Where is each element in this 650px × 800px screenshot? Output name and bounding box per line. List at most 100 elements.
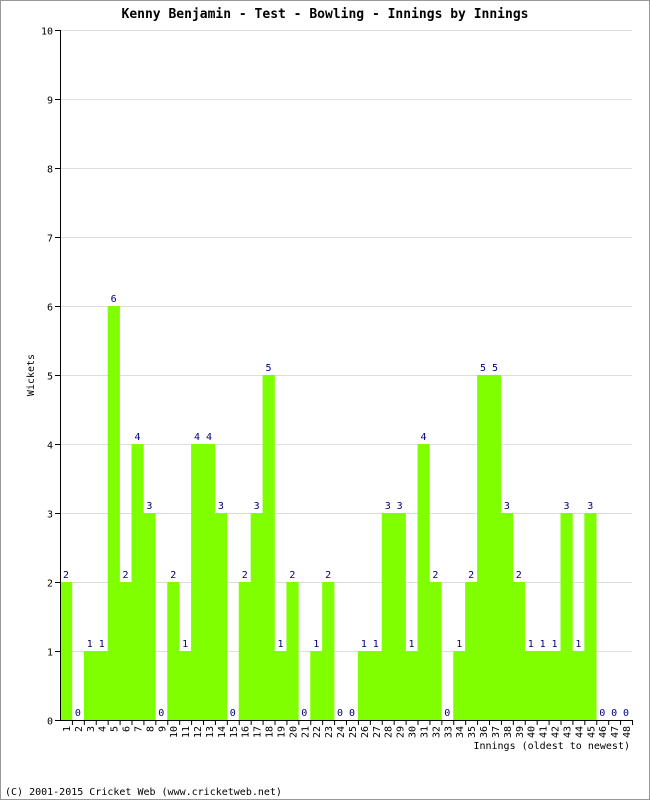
x-tick-label: 31 <box>419 726 430 738</box>
data-label: 4 <box>206 432 212 443</box>
x-tick-label: 10 <box>169 726 180 738</box>
x-tick-label: 42 <box>551 726 562 738</box>
x-tick-label: 4 <box>98 726 109 732</box>
data-label: 0 <box>611 708 617 719</box>
bar <box>548 651 561 720</box>
bar <box>512 582 526 720</box>
data-label: 3 <box>587 501 593 512</box>
y-tick-label: 1 <box>47 648 53 659</box>
data-label: 4 <box>420 432 426 443</box>
x-tick-label: 33 <box>443 726 454 738</box>
data-label: 6 <box>111 294 117 305</box>
x-tick-label: 20 <box>288 726 299 738</box>
x-tick-label: 40 <box>527 726 538 738</box>
data-label: 2 <box>63 570 69 581</box>
y-tick-label: 6 <box>47 303 53 314</box>
x-tick-label: 29 <box>396 726 407 738</box>
bar <box>107 306 120 720</box>
x-tick-label: 1 <box>62 726 73 732</box>
x-tick-label: 47 <box>610 726 621 738</box>
data-label: 5 <box>492 363 498 374</box>
data-label: 0 <box>301 708 307 719</box>
x-tick-label: 46 <box>598 726 609 738</box>
x-tick-label: 11 <box>181 726 192 738</box>
bar <box>310 651 323 720</box>
x-tick-label: 17 <box>253 726 264 738</box>
data-label: 3 <box>385 501 391 512</box>
bar <box>274 651 287 720</box>
x-axis-label: Innings (oldest to newest) <box>473 741 630 752</box>
y-tick-label: 0 <box>47 717 53 728</box>
data-label: 2 <box>468 570 474 581</box>
bar <box>524 651 537 720</box>
data-label: 3 <box>146 501 152 512</box>
data-label: 1 <box>409 639 415 650</box>
x-tick-label: 18 <box>265 726 276 738</box>
data-label: 1 <box>99 639 105 650</box>
data-label: 3 <box>254 501 260 512</box>
bar <box>500 513 514 720</box>
x-tick-label: 21 <box>300 726 311 738</box>
bar <box>191 444 204 720</box>
x-tick-label: 26 <box>360 726 371 738</box>
x-tick-label: 39 <box>515 726 526 738</box>
bar <box>238 582 251 720</box>
data-label: 5 <box>266 363 272 374</box>
bar <box>214 513 228 720</box>
x-tick-label: 15 <box>229 726 240 738</box>
x-tick-label: 27 <box>372 726 383 738</box>
data-label: 2 <box>170 570 176 581</box>
data-label: 1 <box>277 639 283 650</box>
data-label: 1 <box>575 639 581 650</box>
x-tick-label: 6 <box>122 726 133 732</box>
data-label: 3 <box>218 501 224 512</box>
x-tick-label: 19 <box>276 726 287 738</box>
bar <box>405 651 418 720</box>
data-label: 3 <box>397 501 403 512</box>
y-axis-label: Wickets <box>26 354 37 396</box>
data-label: 0 <box>623 708 629 719</box>
data-label: 0 <box>158 708 164 719</box>
data-label: 3 <box>563 501 569 512</box>
data-label: 3 <box>504 501 510 512</box>
data-label: 1 <box>313 639 319 650</box>
x-tick-label: 23 <box>324 726 335 738</box>
bar <box>429 582 442 720</box>
x-tick-label: 2 <box>74 726 85 732</box>
bar <box>417 444 430 720</box>
bar <box>167 582 180 720</box>
bar <box>60 582 73 720</box>
x-tick-label: 41 <box>539 726 550 738</box>
bar <box>179 651 192 720</box>
chart-title: Kenny Benjamin - Test - Bowling - Inning… <box>122 7 529 22</box>
footer-copyright: (C) 2001-2015 Cricket Web (www.cricketwe… <box>5 787 282 798</box>
x-tick-label: 35 <box>467 726 478 738</box>
data-label: 0 <box>337 708 343 719</box>
data-label: 1 <box>373 639 379 650</box>
bar <box>381 513 394 720</box>
data-label: 4 <box>134 432 140 443</box>
y-tick-label: 2 <box>47 579 53 590</box>
x-tick-label: 48 <box>622 726 633 738</box>
bar-chart: Kenny Benjamin - Test - Bowling - Inning… <box>5 7 633 798</box>
data-label: 1 <box>528 639 534 650</box>
bar <box>357 651 371 720</box>
data-label: 0 <box>230 708 236 719</box>
bar <box>465 582 478 720</box>
y-tick-label: 8 <box>47 165 53 176</box>
data-label: 1 <box>361 639 367 650</box>
data-label: 2 <box>242 570 248 581</box>
bar <box>489 375 502 720</box>
bar <box>453 651 466 720</box>
y-tick-label: 9 <box>47 96 53 107</box>
bar <box>369 651 383 720</box>
bar <box>83 651 97 720</box>
y-tick-label: 3 <box>47 510 53 521</box>
bar <box>477 375 490 720</box>
x-tick-label: 30 <box>408 726 419 738</box>
bar <box>536 651 549 720</box>
data-label: 2 <box>516 570 522 581</box>
bar <box>322 582 335 720</box>
bar <box>95 651 108 720</box>
bar <box>262 375 275 720</box>
